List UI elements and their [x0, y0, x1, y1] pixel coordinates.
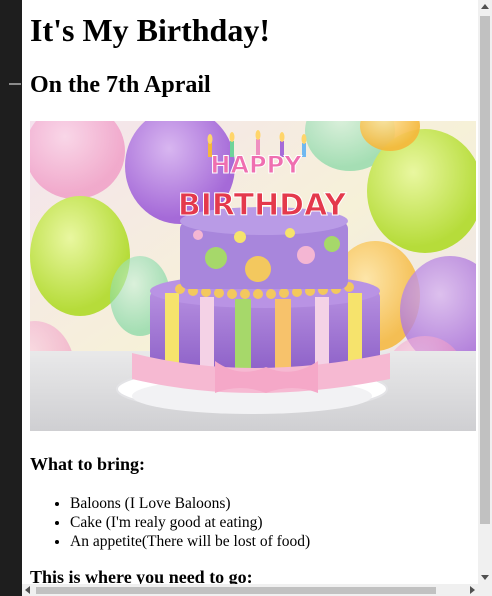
page-viewport: It's My Birthday! On the 7th Aprail HAPP… — [22, 0, 478, 584]
scrollbar-corner — [478, 584, 492, 596]
bring-list: Baloons (I Love Baloons) Cake (I'm realy… — [30, 494, 310, 551]
what-to-bring-heading: What to bring: — [30, 454, 146, 474]
birthday-cake-image: HAPPY BIRTHDAY — [30, 121, 476, 431]
scroll-down-button[interactable] — [478, 570, 492, 584]
arrow-up-icon — [481, 4, 489, 9]
horizontal-scrollbar[interactable] — [22, 584, 478, 596]
location-heading: This is where you need to go: — [30, 567, 253, 584]
arrow-right-icon[interactable] — [470, 586, 475, 594]
cake-text-birthday: BIRTHDAY — [178, 188, 348, 223]
cake-text-happy: HAPPY — [210, 151, 302, 179]
horizontal-scroll-thumb[interactable] — [36, 587, 436, 594]
vertical-scroll-thumb[interactable] — [480, 16, 490, 524]
list-item: Cake (I'm realy good at eating) — [70, 513, 310, 532]
scroll-up-button[interactable] — [478, 0, 492, 14]
page-title: It's My Birthday! — [30, 12, 270, 48]
list-item: An appetite(There will be lost of food) — [70, 532, 310, 551]
arrow-down-icon — [481, 575, 489, 580]
arrow-left-icon[interactable] — [25, 586, 30, 594]
list-item: Baloons (I Love Baloons) — [70, 494, 310, 513]
panel-divider-mark — [9, 83, 21, 85]
vertical-scrollbar[interactable] — [478, 0, 492, 584]
page-subtitle: On the 7th Aprail — [30, 72, 211, 98]
editor-side-panel — [0, 0, 22, 596]
